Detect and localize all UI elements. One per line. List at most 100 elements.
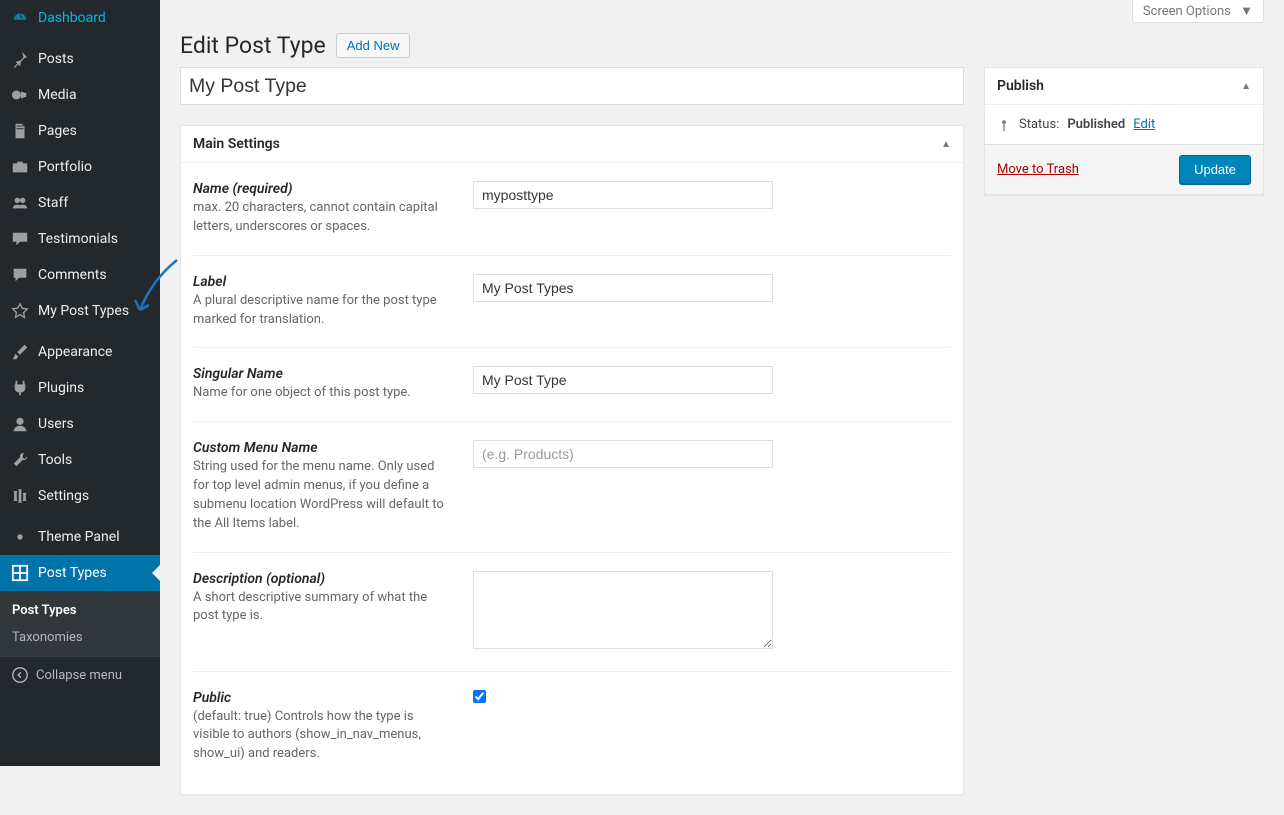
add-new-button[interactable]: Add New [336, 33, 411, 58]
status-value: Published [1067, 117, 1125, 132]
menu-my-post-types[interactable]: My Post Types [0, 293, 160, 329]
dashboard-icon [10, 8, 30, 28]
menu-label: Appearance [38, 344, 112, 360]
main-settings-header[interactable]: Main Settings ▲ [181, 126, 963, 163]
menu-label: Theme Panel [38, 529, 120, 545]
field-label: Description (optional) [193, 571, 453, 587]
description-input[interactable] [473, 571, 773, 649]
publish-box: Publish ▲ Status: Published Edit Move to… [984, 67, 1264, 195]
grid-icon [10, 563, 30, 583]
menu-tools[interactable]: Tools [0, 442, 160, 478]
menu-label: Tools [38, 452, 72, 468]
menu-comments[interactable]: Comments [0, 257, 160, 293]
collapse-label: Collapse menu [36, 668, 122, 683]
publish-title: Publish [997, 78, 1044, 94]
menu-post-types[interactable]: Post Types [0, 555, 160, 591]
chat-icon [10, 229, 30, 249]
field-name: Name (required) max. 20 characters, cann… [193, 163, 951, 256]
staff-icon [10, 193, 30, 213]
comment-icon [10, 265, 30, 285]
publish-status-row: Status: Published Edit [985, 105, 1263, 145]
brush-icon [10, 342, 30, 362]
main-content: Screen Options ▼ Edit Post Type Add New … [160, 0, 1284, 815]
page-heading: Edit Post Type Add New [160, 23, 1284, 67]
menu-theme-panel[interactable]: Theme Panel [0, 519, 160, 555]
move-to-trash-link[interactable]: Move to Trash [997, 162, 1079, 177]
update-button[interactable]: Update [1179, 155, 1251, 184]
field-label: Public [193, 690, 453, 706]
chevron-down-icon: ▼ [1240, 4, 1253, 19]
submenu: Post Types Taxonomies [0, 591, 160, 657]
wrench-icon [10, 450, 30, 470]
field-label: Custom Menu Name [193, 440, 453, 456]
field-menu-name: Custom Menu Name String used for the men… [193, 422, 951, 552]
field-help: A short descriptive summary of what the … [193, 589, 453, 627]
submenu-post-types[interactable]: Post Types [0, 597, 160, 624]
field-label: Label [193, 274, 453, 290]
menu-label: Plugins [38, 380, 84, 396]
field-label: Singular Name [193, 366, 453, 382]
screen-options-toggle[interactable]: Screen Options ▼ [1132, 0, 1264, 23]
menu-settings[interactable]: Settings [0, 478, 160, 514]
menu-staff[interactable]: Staff [0, 185, 160, 221]
admin-sidebar: Dashboard Posts Media Pages Portfolio St… [0, 0, 160, 766]
pin-icon [10, 49, 30, 69]
menu-label: Pages [38, 123, 77, 139]
collapse-icon [10, 665, 30, 685]
menu-label: Users [38, 416, 74, 432]
plugin-icon [10, 378, 30, 398]
page-icon [10, 121, 30, 141]
status-label: Status: [1019, 117, 1059, 132]
menu-users[interactable]: Users [0, 406, 160, 442]
field-label-plural: Label A plural descriptive name for the … [193, 256, 951, 349]
label-input[interactable] [473, 274, 773, 302]
pin-icon [997, 118, 1011, 132]
menu-label: My Post Types [38, 303, 129, 319]
menu-appearance[interactable]: Appearance [0, 334, 160, 370]
field-help: (default: true) Controls how the type is… [193, 708, 453, 765]
field-help: Name for one object of this post type. [193, 384, 453, 403]
field-help: A plural descriptive name for the post t… [193, 292, 453, 330]
main-settings-box: Main Settings ▲ Name (required) max. 20 … [180, 125, 964, 795]
name-input[interactable] [473, 181, 773, 209]
media-icon [10, 85, 30, 105]
menu-label: Comments [38, 267, 107, 283]
public-checkbox[interactable] [473, 690, 486, 703]
field-description: Description (optional) A short descripti… [193, 553, 951, 672]
field-help: String used for the menu name. Only used… [193, 458, 453, 533]
field-singular: Singular Name Name for one object of thi… [193, 348, 951, 422]
menu-posts[interactable]: Posts [0, 41, 160, 77]
menu-label: Media [38, 87, 77, 103]
singular-input[interactable] [473, 366, 773, 394]
menu-portfolio[interactable]: Portfolio [0, 149, 160, 185]
portfolio-icon [10, 157, 30, 177]
menu-pages[interactable]: Pages [0, 113, 160, 149]
menu-label: Testimonials [38, 231, 118, 247]
menu-label: Portfolio [38, 159, 92, 175]
publish-header[interactable]: Publish ▲ [985, 68, 1263, 105]
toggle-arrow-icon[interactable]: ▲ [941, 139, 951, 150]
main-settings-title: Main Settings [193, 136, 280, 152]
menu-dashboard[interactable]: Dashboard [0, 0, 160, 36]
menu-label: Settings [38, 488, 89, 504]
post-title-input[interactable] [180, 67, 964, 105]
menu-plugins[interactable]: Plugins [0, 370, 160, 406]
star-icon [10, 301, 30, 321]
gear-icon [10, 527, 30, 547]
screen-options-label: Screen Options [1143, 4, 1231, 19]
user-icon [10, 414, 30, 434]
field-label: Name (required) [193, 181, 453, 197]
menu-label: Post Types [38, 565, 107, 581]
menu-testimonials[interactable]: Testimonials [0, 221, 160, 257]
menu-label: Dashboard [38, 10, 106, 26]
menu-label: Staff [38, 195, 68, 211]
menu-media[interactable]: Media [0, 77, 160, 113]
edit-status-link[interactable]: Edit [1133, 117, 1155, 132]
page-title: Edit Post Type [180, 32, 326, 59]
collapse-menu[interactable]: Collapse menu [0, 657, 160, 693]
submenu-taxonomies[interactable]: Taxonomies [0, 624, 160, 651]
field-help: max. 20 characters, cannot contain capit… [193, 199, 453, 237]
menu-name-input[interactable] [473, 440, 773, 468]
toggle-arrow-icon[interactable]: ▲ [1241, 81, 1251, 92]
gear-icon [10, 486, 30, 506]
